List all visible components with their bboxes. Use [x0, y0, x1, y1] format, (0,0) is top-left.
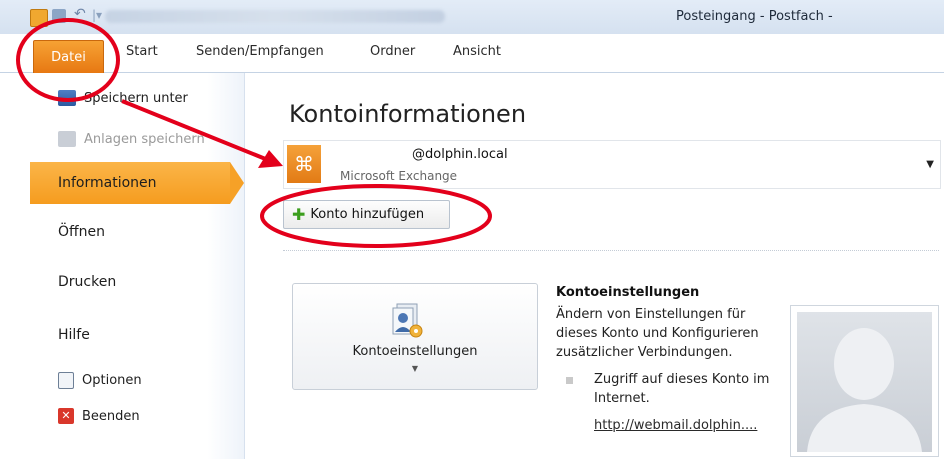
nav-active-indicator — [230, 162, 244, 204]
save-icon[interactable] — [52, 9, 66, 23]
tab-start[interactable]: Start — [126, 44, 158, 59]
webmail-link[interactable]: http://webmail.dolphin.... — [594, 418, 757, 433]
add-account-button[interactable]: ✚ Konto hinzufügen — [283, 200, 450, 229]
caret-down-icon: ▼ — [411, 364, 419, 373]
close-icon: ✕ — [58, 408, 74, 424]
nav-item-label: Informationen — [58, 175, 157, 191]
avatar-placeholder — [797, 312, 932, 452]
account-type: Microsoft Exchange — [340, 169, 458, 183]
account-settings-label: Kontoeinstellungen — [352, 344, 478, 359]
title-bar: ↶ |▾ Posteingang - Postfach - — [0, 0, 944, 34]
account-email: @dolphin.local — [412, 147, 508, 162]
nav-item-informationen[interactable]: Informationen — [30, 162, 230, 204]
exit-label: Beenden — [82, 408, 140, 424]
exchange-icon: ⌘ — [287, 145, 321, 183]
save-attachments-command[interactable]: Anlagen speichern — [58, 131, 205, 147]
profile-photo — [790, 305, 939, 457]
quick-access-dropdown-icon[interactable]: |▾ — [92, 8, 102, 22]
web-access-text: Zugriff auf dieses Konto im Internet. — [594, 372, 770, 406]
bullet-icon — [566, 377, 573, 384]
nav-item-hilfe[interactable]: Hilfe — [58, 327, 90, 343]
annotation-arrow-head — [258, 150, 283, 168]
save-as-command[interactable]: Speichern unter — [58, 90, 188, 106]
section-divider — [283, 250, 939, 251]
account-settings-button[interactable]: Kontoeinstellungen ▼ — [292, 283, 538, 390]
outlook-app-icon[interactable] — [30, 9, 48, 27]
options-icon — [58, 372, 74, 389]
settings-description: Ändern von Einstellungen für dieses Kont… — [556, 307, 759, 360]
account-selector[interactable]: ⌘ @dolphin.local Microsoft Exchange ▼ — [283, 140, 941, 189]
account-settings-icon — [392, 303, 423, 338]
save-attachments-label: Anlagen speichern — [84, 131, 205, 147]
options-label: Optionen — [82, 373, 142, 388]
save-as-icon — [58, 90, 76, 106]
save-as-label: Speichern unter — [84, 90, 188, 106]
tab-datei[interactable]: Datei — [33, 40, 104, 73]
undo-icon[interactable]: ↶ — [74, 6, 86, 22]
settings-heading: Kontoeinstellungen — [556, 285, 700, 300]
exit-command[interactable]: ✕ Beenden — [58, 408, 140, 424]
nav-item-drucken[interactable]: Drucken — [58, 274, 116, 290]
tab-ansicht[interactable]: Ansicht — [453, 44, 501, 59]
tab-senden-empfangen[interactable]: Senden/Empfangen — [196, 44, 324, 59]
plus-icon: ✚ — [292, 204, 306, 224]
window-title: Posteingang - Postfach - — [676, 9, 833, 24]
add-account-label: Konto hinzufügen — [310, 207, 425, 222]
tab-ordner[interactable]: Ordner — [370, 44, 415, 59]
page-title: Kontoinformationen — [289, 100, 527, 128]
chevron-down-icon[interactable]: ▼ — [926, 159, 934, 170]
attachment-icon — [58, 131, 76, 147]
nav-item-oeffnen[interactable]: Öffnen — [58, 224, 105, 240]
person-silhouette-icon — [807, 328, 922, 452]
ribbon-tab-bar: Start Senden/Empfangen Ordner Ansicht — [0, 34, 944, 73]
blurred-title-text — [105, 10, 445, 23]
options-command[interactable]: Optionen — [58, 372, 142, 389]
